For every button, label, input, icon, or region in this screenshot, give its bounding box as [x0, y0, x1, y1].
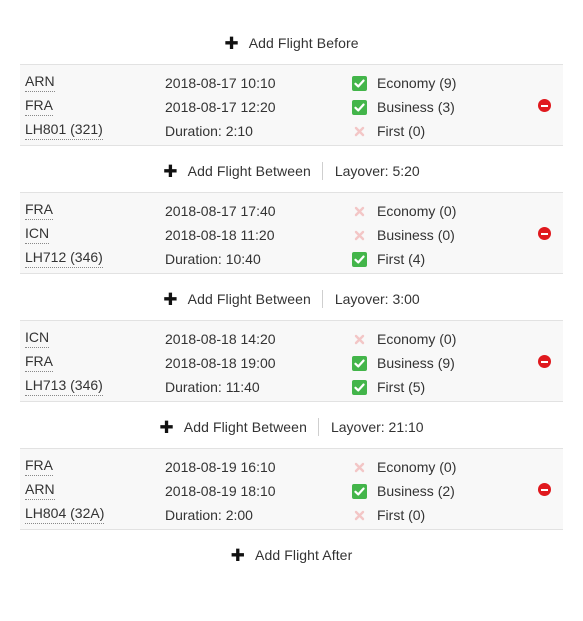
arrival-time: 2018-08-19 18:10 — [165, 483, 276, 499]
divider — [317, 418, 319, 436]
arrival-time: 2018-08-18 19:00 — [165, 355, 276, 371]
flight-segment: FRA ARN LH804 (32A) 2018-08-19 16:10 201… — [20, 448, 563, 530]
add-flight-between-label: Add Flight Between — [187, 291, 311, 307]
class-label: Business (9) — [377, 355, 455, 371]
class-label: First (5) — [377, 379, 426, 395]
class-business: Business (3) — [351, 97, 455, 117]
class-first: First (0) — [351, 505, 425, 525]
plus-icon: ✚ — [159, 417, 174, 437]
arrival-time: 2018-08-18 11:20 — [165, 227, 275, 243]
remove-flight-icon[interactable] — [538, 227, 551, 240]
flight-itinerary-editor: ✚ Add Flight Before ARN FRA LH801 (321) … — [0, 0, 583, 621]
divider — [321, 162, 323, 180]
origin-airport-link[interactable]: FRA — [25, 457, 53, 476]
flight-number-link[interactable]: LH712 (346) — [25, 249, 103, 268]
flight-segment: ICN FRA LH713 (346) 2018-08-18 14:20 201… — [20, 320, 563, 402]
class-label: Economy (0) — [377, 459, 457, 475]
plus-icon: ✚ — [224, 33, 239, 53]
remove-flight-icon[interactable] — [538, 483, 551, 496]
cross-icon — [352, 204, 367, 219]
origin-airport-link[interactable]: FRA — [25, 201, 53, 220]
flight-segment: FRA ICN LH712 (346) 2018-08-17 17:40 201… — [20, 192, 563, 274]
check-icon — [352, 75, 367, 91]
class-economy: Economy (0) — [351, 329, 456, 349]
class-label: First (0) — [377, 507, 426, 523]
class-economy: Economy (0) — [351, 457, 456, 477]
arrival-time: 2018-08-17 12:20 — [165, 99, 276, 115]
class-label: Economy (9) — [377, 75, 457, 91]
layover-duration: Layover: 21:10 — [330, 419, 424, 435]
class-label: Economy (0) — [377, 331, 457, 347]
add-flight-before-label: Add Flight Before — [248, 35, 359, 51]
class-first: First (0) — [351, 121, 425, 141]
remove-flight-icon[interactable] — [538, 99, 551, 112]
flight-duration: Duration: 10:40 — [165, 251, 261, 267]
cross-icon — [352, 124, 367, 139]
add-flight-after-button[interactable]: ✚ Add Flight After — [231, 547, 353, 564]
class-label: Business (3) — [377, 99, 455, 115]
class-label: First (4) — [377, 251, 426, 267]
plus-icon: ✚ — [163, 289, 178, 309]
add-flight-between-button[interactable]: ✚ Add Flight Between — [163, 291, 311, 308]
class-label: First (0) — [377, 123, 426, 139]
destination-airport-link[interactable]: ICN — [25, 225, 50, 244]
add-flight-between-button[interactable]: ✚ Add Flight Between — [159, 419, 307, 436]
check-icon — [352, 251, 367, 267]
destination-airport-link[interactable]: FRA — [25, 97, 53, 116]
destination-airport-link[interactable]: ARN — [25, 481, 55, 500]
class-label: Business (0) — [377, 227, 455, 243]
between-row: ✚ Add Flight Between Layover: 5:20 — [0, 159, 583, 183]
cross-icon — [352, 228, 367, 243]
check-icon — [352, 99, 367, 115]
plus-icon: ✚ — [163, 161, 178, 181]
add-flight-between-label: Add Flight Between — [187, 163, 311, 179]
add-flight-after-label: Add Flight After — [255, 547, 353, 563]
class-label: Business (2) — [377, 483, 455, 499]
flight-number-link[interactable]: LH801 (321) — [25, 121, 103, 140]
flight-duration: Duration: 11:40 — [165, 379, 260, 395]
class-label: Economy (0) — [377, 203, 457, 219]
flight-number-link[interactable]: LH804 (32A) — [25, 505, 105, 524]
departure-time: 2018-08-17 10:10 — [165, 75, 276, 91]
class-business: Business (9) — [351, 353, 455, 373]
add-flight-between-button[interactable]: ✚ Add Flight Between — [163, 163, 311, 180]
check-icon — [352, 379, 367, 395]
departure-time: 2018-08-19 16:10 — [165, 459, 276, 475]
add-after-row: ✚ Add Flight After — [0, 543, 583, 567]
add-before-row: ✚ Add Flight Before — [0, 31, 583, 55]
cross-icon — [352, 460, 367, 475]
remove-flight-icon[interactable] — [538, 355, 551, 368]
class-first: First (4) — [351, 249, 425, 269]
plus-icon: ✚ — [230, 545, 246, 565]
between-row: ✚ Add Flight Between Layover: 21:10 — [0, 415, 583, 439]
origin-airport-link[interactable]: ICN — [25, 329, 50, 348]
class-first: First (5) — [351, 377, 425, 397]
flight-duration: Duration: 2:10 — [165, 123, 253, 139]
departure-time: 2018-08-17 17:40 — [165, 203, 276, 219]
check-icon — [352, 355, 367, 371]
add-flight-before-button[interactable]: ✚ Add Flight Before — [224, 35, 358, 52]
destination-airport-link[interactable]: FRA — [25, 353, 53, 372]
layover-duration: Layover: 3:00 — [334, 291, 420, 307]
flight-duration: Duration: 2:00 — [165, 507, 253, 523]
layover-duration: Layover: 5:20 — [334, 163, 420, 179]
class-economy: Economy (9) — [351, 73, 456, 93]
between-row: ✚ Add Flight Between Layover: 3:00 — [0, 287, 583, 311]
class-business: Business (2) — [351, 481, 455, 501]
flight-number-link[interactable]: LH713 (346) — [25, 377, 103, 396]
flight-segment: ARN FRA LH801 (321) 2018-08-17 10:10 201… — [20, 64, 563, 146]
departure-time: 2018-08-18 14:20 — [165, 331, 276, 347]
origin-airport-link[interactable]: ARN — [25, 73, 55, 92]
cross-icon — [352, 508, 367, 523]
class-business: Business (0) — [351, 225, 455, 245]
cross-icon — [352, 332, 367, 347]
add-flight-between-label: Add Flight Between — [183, 419, 307, 435]
check-icon — [352, 483, 367, 499]
divider — [321, 290, 323, 308]
class-economy: Economy (0) — [351, 201, 456, 221]
